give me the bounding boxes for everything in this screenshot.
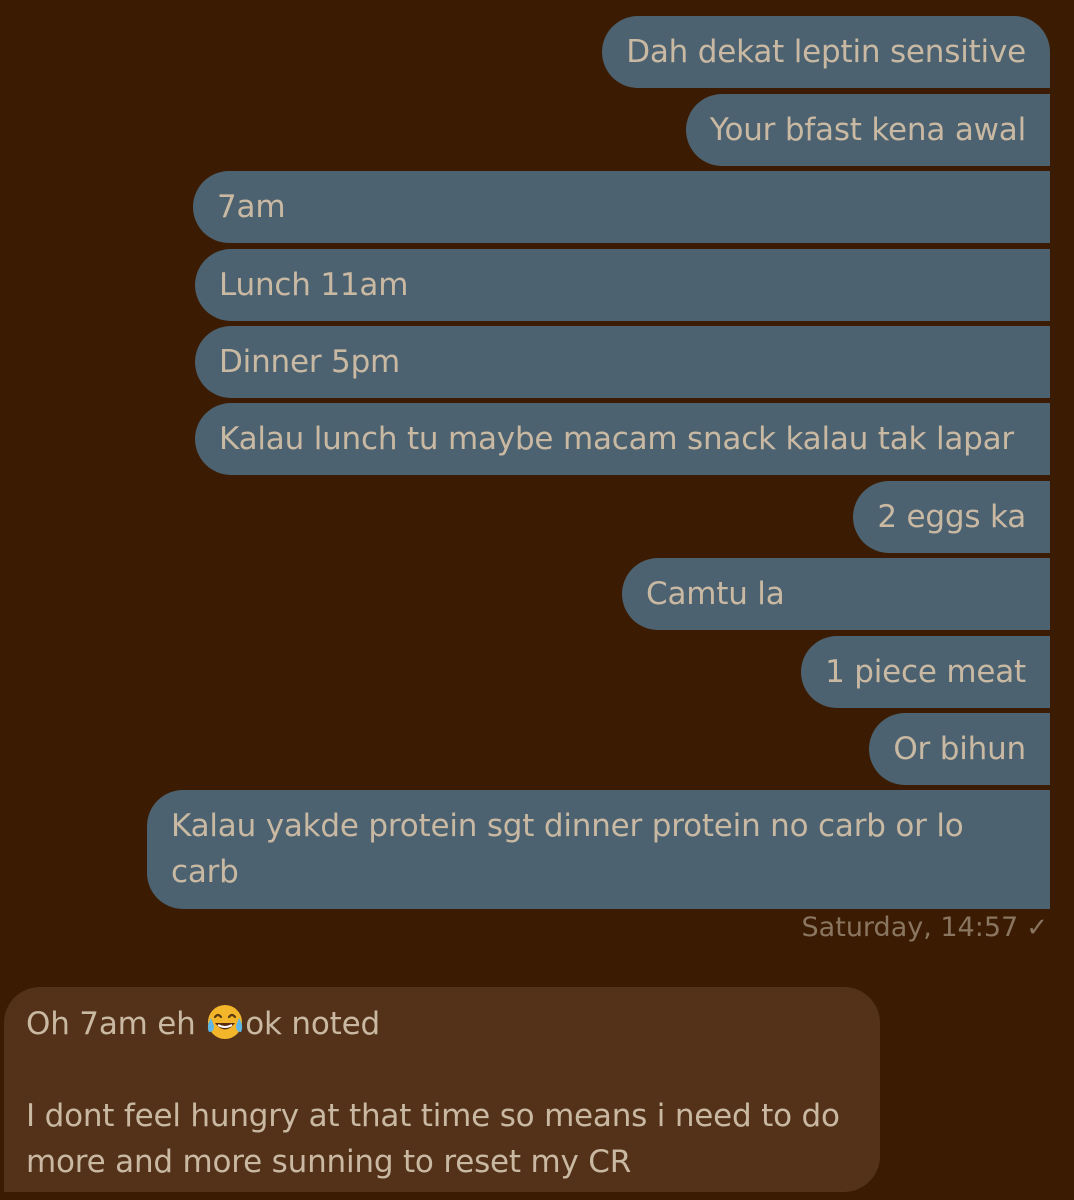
chat-thread: Dah dekat leptin sensitive Your bfast ke… [0, 0, 1074, 1200]
outgoing-message[interactable]: Camtu la [622, 558, 1050, 630]
message-text: Or bihun [893, 731, 1026, 767]
outgoing-message[interactable]: Your bfast kena awal [685, 94, 1050, 166]
message-line: Oh 7am eh ok noted [26, 1001, 858, 1047]
message-text: Camtu la [646, 576, 785, 612]
message-text: Oh 7am eh [26, 1006, 206, 1042]
outgoing-message[interactable]: Kalau yakde protein sgt dinner protein n… [147, 790, 1050, 909]
message-meta: Saturday, 14:57 ✓ [802, 912, 1048, 943]
message-text: Kalau yakde protein sgt dinner protein n… [171, 808, 964, 890]
outgoing-message[interactable]: 2 eggs ka [853, 481, 1050, 553]
read-check-icon: ✓ [1026, 912, 1048, 943]
message-timestamp: Saturday, 14:57 [801, 912, 1019, 943]
message-text: Dinner 5pm [219, 344, 401, 380]
incoming-message[interactable]: Oh 7am eh ok noted I dont feel hungry at… [4, 987, 880, 1192]
message-text: Lunch 11am [219, 267, 409, 303]
outgoing-message[interactable]: Kalau lunch tu maybe macam snack kalau t… [195, 403, 1050, 475]
tears-of-joy-emoji-icon [208, 1005, 243, 1039]
message-text: Your bfast kena awal [709, 112, 1026, 148]
message-text: Kalau lunch tu maybe macam snack kalau t… [219, 421, 1014, 457]
message-text: Dah dekat leptin sensitive [626, 34, 1026, 70]
outgoing-message[interactable]: Dah dekat leptin sensitive [602, 16, 1050, 88]
outgoing-message[interactable]: 1 piece meat [801, 636, 1050, 708]
outgoing-message[interactable]: Dinner 5pm [195, 326, 1050, 398]
message-text: I dont feel hungry at that time so means… [26, 1098, 840, 1180]
outgoing-message[interactable]: Lunch 11am [195, 249, 1050, 321]
message-text: 7am [217, 189, 286, 225]
message-text: ok noted [245, 1006, 380, 1042]
outgoing-message[interactable]: 7am [193, 171, 1050, 243]
message-text: 1 piece meat [825, 654, 1026, 690]
message-text: 2 eggs ka [877, 499, 1026, 535]
message-spacer [26, 1047, 858, 1093]
outgoing-message[interactable]: Or bihun [869, 713, 1050, 785]
